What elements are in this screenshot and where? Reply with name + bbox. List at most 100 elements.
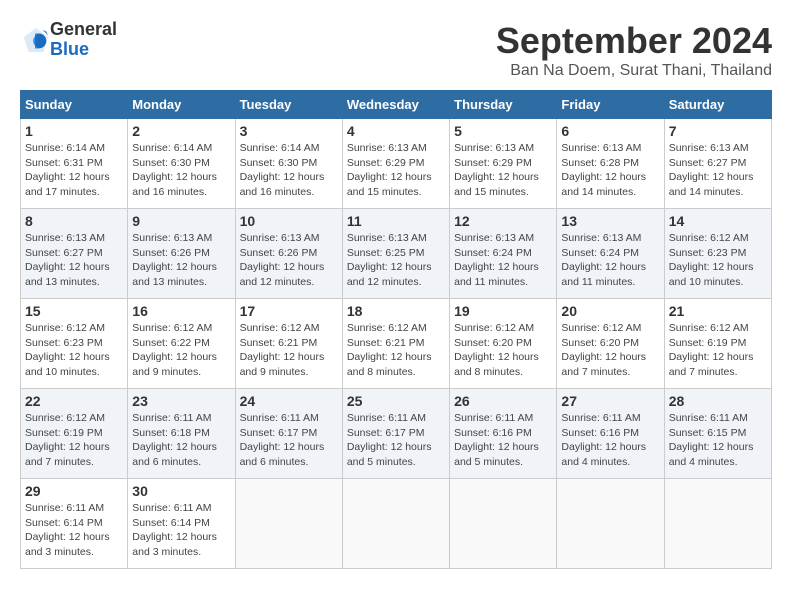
calendar-cell: 13 Sunrise: 6:13 AMSunset: 6:24 PMDayligh…: [557, 209, 664, 299]
day-header-friday: Friday: [557, 91, 664, 119]
calendar-cell: 21 Sunrise: 6:12 AMSunset: 6:19 PMDayligh…: [664, 299, 771, 389]
day-header-saturday: Saturday: [664, 91, 771, 119]
day-number: 21: [669, 303, 767, 319]
calendar-cell: 1 Sunrise: 6:14 AMSunset: 6:31 PMDaylight…: [21, 119, 128, 209]
calendar-cell: 6Sunrise: 6:13 AMSunset: 6:28 PMDaylight…: [557, 119, 664, 209]
day-info: Sunrise: 6:13 AMSunset: 6:27 PMDaylight:…: [25, 231, 123, 290]
day-info: Sunrise: 6:12 AMSunset: 6:22 PMDaylight:…: [132, 321, 230, 380]
day-number: 18: [347, 303, 445, 319]
day-info: Sunrise: 6:13 AMSunset: 6:28 PMDaylight:…: [561, 141, 659, 200]
day-number: 16: [132, 303, 230, 319]
day-number: 28: [669, 393, 767, 409]
day-number: 27: [561, 393, 659, 409]
logo-icon: [22, 26, 50, 54]
day-number: 4: [347, 123, 445, 139]
day-number: 30: [132, 483, 230, 499]
logo-general-text: General: [50, 20, 117, 40]
day-info: Sunrise: 6:11 AMSunset: 6:17 PMDaylight:…: [240, 411, 338, 470]
day-number: 11: [347, 213, 445, 229]
day-header-tuesday: Tuesday: [235, 91, 342, 119]
day-header-wednesday: Wednesday: [342, 91, 449, 119]
calendar-cell: 10 Sunrise: 6:13 AMSunset: 6:26 PMDayligh…: [235, 209, 342, 299]
day-info: Sunrise: 6:12 AMSunset: 6:19 PMDaylight:…: [25, 411, 123, 470]
calendar-cell: 11 Sunrise: 6:13 AMSunset: 6:25 PMDayligh…: [342, 209, 449, 299]
calendar-cell: [342, 479, 449, 569]
logo-blue-text: Blue: [50, 40, 117, 60]
calendar-cell: 25 Sunrise: 6:11 AMSunset: 6:17 PMDayligh…: [342, 389, 449, 479]
day-info: Sunrise: 6:12 AMSunset: 6:23 PMDaylight:…: [669, 231, 767, 290]
calendar-cell: [664, 479, 771, 569]
day-number: 12: [454, 213, 552, 229]
day-number: 3: [240, 123, 338, 139]
calendar-cell: 17Sunrise: 6:12 AMSunset: 6:21 PMDayligh…: [235, 299, 342, 389]
day-info: Sunrise: 6:12 AMSunset: 6:23 PMDaylight:…: [25, 321, 123, 380]
calendar-cell: [557, 479, 664, 569]
day-header-thursday: Thursday: [450, 91, 557, 119]
day-header-monday: Monday: [128, 91, 235, 119]
day-number: 25: [347, 393, 445, 409]
day-number: 13: [561, 213, 659, 229]
day-number: 23: [132, 393, 230, 409]
day-info: Sunrise: 6:12 AMSunset: 6:21 PMDaylight:…: [240, 321, 338, 380]
day-info: Sunrise: 6:13 AMSunset: 6:26 PMDaylight:…: [240, 231, 338, 290]
day-number: 29: [25, 483, 123, 499]
calendar-cell: 16 Sunrise: 6:12 AMSunset: 6:22 PMDayligh…: [128, 299, 235, 389]
calendar-header-row: SundayMondayTuesdayWednesdayThursdayFrid…: [21, 91, 772, 119]
day-info: Sunrise: 6:12 AMSunset: 6:20 PMDaylight:…: [454, 321, 552, 380]
calendar-cell: 22 Sunrise: 6:12 AMSunset: 6:19 PMDayligh…: [21, 389, 128, 479]
calendar-cell: 5Sunrise: 6:13 AMSunset: 6:29 PMDaylight…: [450, 119, 557, 209]
calendar-cell: 27Sunrise: 6:11 AMSunset: 6:16 PMDayligh…: [557, 389, 664, 479]
calendar-cell: 24Sunrise: 6:11 AMSunset: 6:17 PMDayligh…: [235, 389, 342, 479]
day-info: Sunrise: 6:13 AMSunset: 6:26 PMDaylight:…: [132, 231, 230, 290]
day-info: Sunrise: 6:11 AMSunset: 6:16 PMDaylight:…: [454, 411, 552, 470]
calendar-cell: [235, 479, 342, 569]
calendar-cell: 14 Sunrise: 6:12 AMSunset: 6:23 PMDayligh…: [664, 209, 771, 299]
calendar-cell: 20 Sunrise: 6:12 AMSunset: 6:20 PMDayligh…: [557, 299, 664, 389]
logo-text: General Blue: [50, 20, 117, 60]
calendar-cell: 9 Sunrise: 6:13 AMSunset: 6:26 PMDaylight…: [128, 209, 235, 299]
day-info: Sunrise: 6:14 AMSunset: 6:31 PMDaylight:…: [25, 141, 123, 200]
day-number: 14: [669, 213, 767, 229]
day-number: 1: [25, 123, 123, 139]
calendar-week-row: 15 Sunrise: 6:12 AMSunset: 6:23 PMDayligh…: [21, 299, 772, 389]
day-info: Sunrise: 6:13 AMSunset: 6:29 PMDaylight:…: [347, 141, 445, 200]
day-number: 10: [240, 213, 338, 229]
calendar: SundayMondayTuesdayWednesdayThursdayFrid…: [20, 90, 772, 569]
day-info: Sunrise: 6:14 AMSunset: 6:30 PMDaylight:…: [240, 141, 338, 200]
calendar-cell: 29 Sunrise: 6:11 AMSunset: 6:14 PMDayligh…: [21, 479, 128, 569]
day-info: Sunrise: 6:12 AMSunset: 6:20 PMDaylight:…: [561, 321, 659, 380]
month-title: September 2024: [496, 20, 772, 62]
location-title: Ban Na Doem, Surat Thani, Thailand: [496, 62, 772, 80]
calendar-cell: 15 Sunrise: 6:12 AMSunset: 6:23 PMDayligh…: [21, 299, 128, 389]
day-info: Sunrise: 6:11 AMSunset: 6:14 PMDaylight:…: [132, 501, 230, 560]
day-number: 9: [132, 213, 230, 229]
day-number: 19: [454, 303, 552, 319]
calendar-cell: 12 Sunrise: 6:13 AMSunset: 6:24 PMDayligh…: [450, 209, 557, 299]
day-number: 15: [25, 303, 123, 319]
calendar-cell: 3 Sunrise: 6:14 AMSunset: 6:30 PMDaylight…: [235, 119, 342, 209]
calendar-cell: 19 Sunrise: 6:12 AMSunset: 6:20 PMDayligh…: [450, 299, 557, 389]
day-info: Sunrise: 6:13 AMSunset: 6:24 PMDaylight:…: [454, 231, 552, 290]
day-info: Sunrise: 6:12 AMSunset: 6:19 PMDaylight:…: [669, 321, 767, 380]
day-info: Sunrise: 6:11 AMSunset: 6:18 PMDaylight:…: [132, 411, 230, 470]
day-info: Sunrise: 6:13 AMSunset: 6:24 PMDaylight:…: [561, 231, 659, 290]
day-info: Sunrise: 6:11 AMSunset: 6:17 PMDaylight:…: [347, 411, 445, 470]
day-number: 22: [25, 393, 123, 409]
calendar-cell: 26Sunrise: 6:11 AMSunset: 6:16 PMDayligh…: [450, 389, 557, 479]
day-header-sunday: Sunday: [21, 91, 128, 119]
day-info: Sunrise: 6:13 AMSunset: 6:25 PMDaylight:…: [347, 231, 445, 290]
day-info: Sunrise: 6:12 AMSunset: 6:21 PMDaylight:…: [347, 321, 445, 380]
day-number: 20: [561, 303, 659, 319]
day-info: Sunrise: 6:11 AMSunset: 6:14 PMDaylight:…: [25, 501, 123, 560]
calendar-cell: 2 Sunrise: 6:14 AMSunset: 6:30 PMDaylight…: [128, 119, 235, 209]
day-number: 2: [132, 123, 230, 139]
day-info: Sunrise: 6:13 AMSunset: 6:29 PMDaylight:…: [454, 141, 552, 200]
calendar-cell: 4 Sunrise: 6:13 AMSunset: 6:29 PMDaylight…: [342, 119, 449, 209]
calendar-week-row: 1 Sunrise: 6:14 AMSunset: 6:31 PMDaylight…: [21, 119, 772, 209]
calendar-cell: 30 Sunrise: 6:11 AMSunset: 6:14 PMDayligh…: [128, 479, 235, 569]
calendar-week-row: 8 Sunrise: 6:13 AMSunset: 6:27 PMDaylight…: [21, 209, 772, 299]
calendar-cell: 7Sunrise: 6:13 AMSunset: 6:27 PMDaylight…: [664, 119, 771, 209]
day-info: Sunrise: 6:14 AMSunset: 6:30 PMDaylight:…: [132, 141, 230, 200]
calendar-cell: 23 Sunrise: 6:11 AMSunset: 6:18 PMDayligh…: [128, 389, 235, 479]
day-number: 8: [25, 213, 123, 229]
